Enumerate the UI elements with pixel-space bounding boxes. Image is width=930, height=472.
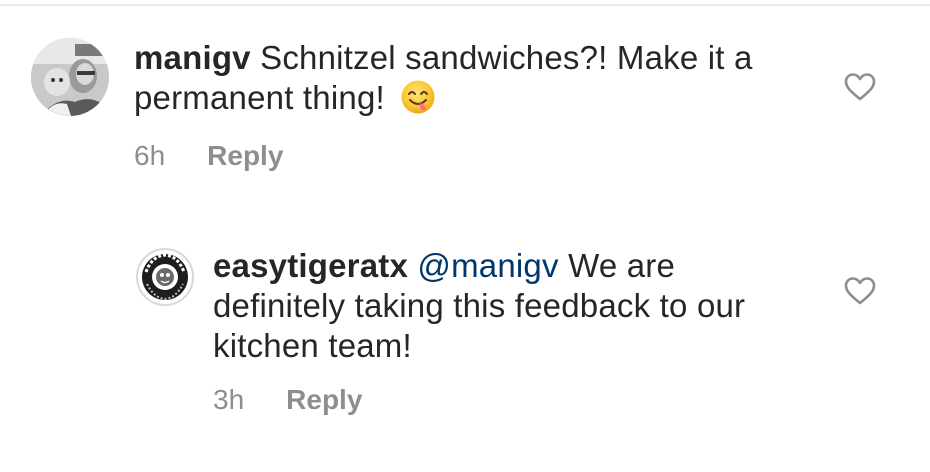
heart-outline-icon <box>844 277 876 305</box>
like-button[interactable] <box>844 72 876 102</box>
like-button[interactable] <box>844 276 876 306</box>
comment-meta: 3h Reply <box>213 384 362 416</box>
comment-meta: 6h Reply <box>134 140 283 172</box>
mention-link[interactable]: @manigv <box>417 247 558 284</box>
top-divider <box>0 4 930 6</box>
comment-time: 6h <box>134 140 166 171</box>
comment-text: manigv Schnitzel sandwiches?! Make it a … <box>134 38 814 124</box>
comment-text: easytigeratx @manigv We are definitely t… <box>213 246 773 366</box>
username-link[interactable]: manigv <box>134 39 251 76</box>
easy-tiger-logo-icon <box>139 251 191 303</box>
avatar-photo-icon <box>31 38 109 116</box>
heart-outline-icon <box>844 73 876 101</box>
yum-face-emoji-icon <box>400 79 436 124</box>
reply-button[interactable]: Reply <box>207 140 283 172</box>
avatar[interactable] <box>31 38 109 116</box>
username-link[interactable]: easytigeratx <box>213 247 408 284</box>
avatar[interactable] <box>136 248 194 306</box>
reply-button[interactable]: Reply <box>286 384 362 416</box>
comment-time: 3h <box>213 384 245 415</box>
